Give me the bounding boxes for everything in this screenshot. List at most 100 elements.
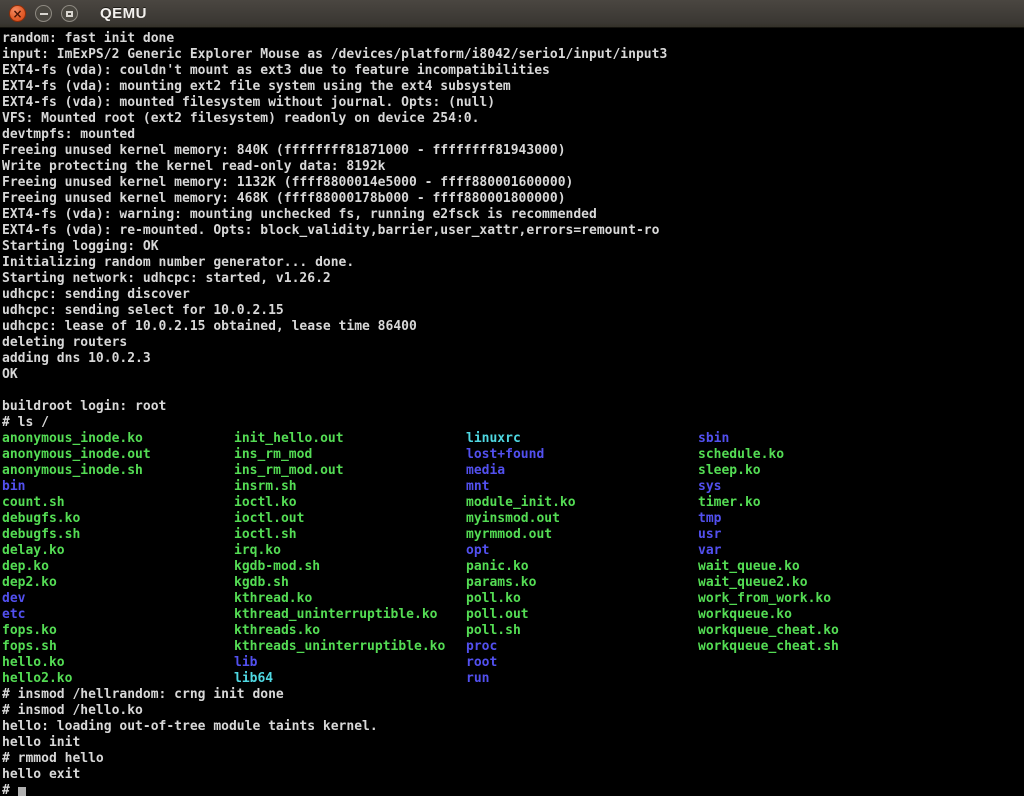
terminal-line: udhcpc: sending discover xyxy=(2,287,1024,303)
terminal-line: # insmod /hello.ko xyxy=(2,703,1024,719)
ls-entry-dir: bin xyxy=(2,479,234,495)
ls-entry-file: poll.sh xyxy=(466,623,698,639)
terminal-line: # rmmod hello xyxy=(2,751,1024,767)
terminal-line: udhcpc: sending select for 10.0.2.15 xyxy=(2,303,1024,319)
close-button[interactable]: × xyxy=(9,5,26,22)
ls-entry-dir: usr xyxy=(698,527,1024,543)
ls-entry-file: schedule.ko xyxy=(698,447,1024,463)
ls-entry-file: insrm.sh xyxy=(234,479,466,495)
close-icon: × xyxy=(12,8,22,20)
ls-entry-file: debugfs.ko xyxy=(2,511,234,527)
ls-entry-file: hello2.ko xyxy=(2,671,234,687)
ls-entry-file: init_hello.out xyxy=(234,431,466,447)
ls-entry-file: fops.ko xyxy=(2,623,234,639)
ls-entry-symlink: linuxrc xyxy=(466,431,698,447)
ls-entry-file: kthread.ko xyxy=(234,591,466,607)
terminal-line: Starting network: udhcpc: started, v1.26… xyxy=(2,271,1024,287)
shell-log: # insmod /hellrandom: crng init done# in… xyxy=(2,687,1024,783)
terminal-line: udhcpc: lease of 10.0.2.15 obtained, lea… xyxy=(2,319,1024,335)
ls-entry-file: anonymous_inode.out xyxy=(2,447,234,463)
ls-entry-file: wait_queue.ko xyxy=(698,559,1024,575)
terminal-line xyxy=(2,383,1024,399)
terminal-line: deleting routers xyxy=(2,335,1024,351)
terminal-line: EXT4-fs (vda): warning: mounting uncheck… xyxy=(2,207,1024,223)
ls-entry-dir: var xyxy=(698,543,1024,559)
ls-entry-dir: tmp xyxy=(698,511,1024,527)
ls-entry-dir: lost+found xyxy=(466,447,698,463)
titlebar: × QEMU xyxy=(0,0,1024,28)
ls-entry-file: myrmmod.out xyxy=(466,527,698,543)
terminal-line: # insmod /hellrandom: crng init done xyxy=(2,687,1024,703)
terminal-line: # ls / xyxy=(2,415,1024,431)
ls-entry-file: debugfs.sh xyxy=(2,527,234,543)
ls-entry-file: kthread_uninterruptible.ko xyxy=(234,607,466,623)
ls-entry-file: poll.ko xyxy=(466,591,698,607)
terminal-line: devtmpfs: mounted xyxy=(2,127,1024,143)
ls-entry-file: delay.ko xyxy=(2,543,234,559)
terminal-line: EXT4-fs (vda): mounting ext2 file system… xyxy=(2,79,1024,95)
ls-entry-file: work_from_work.ko xyxy=(698,591,1024,607)
ls-entry-file: sleep.ko xyxy=(698,463,1024,479)
text-cursor xyxy=(18,787,26,796)
maximize-icon xyxy=(66,11,73,17)
ls-entry-file: wait_queue2.ko xyxy=(698,575,1024,591)
ls-entry-file: workqueue_cheat.ko xyxy=(698,623,1024,639)
ls-entry-dir: proc xyxy=(466,639,698,655)
ls-entry-file: timer.ko xyxy=(698,495,1024,511)
ls-entry-file: myinsmod.out xyxy=(466,511,698,527)
ls-entry-file: kthreads_uninterruptible.ko xyxy=(234,639,466,655)
ls-entry-file: kgdb-mod.sh xyxy=(234,559,466,575)
ls-entry-file: kthreads.ko xyxy=(234,623,466,639)
ls-entry-dir: sys xyxy=(698,479,1024,495)
terminal-line: Freeing unused kernel memory: 1132K (fff… xyxy=(2,175,1024,191)
terminal-screen[interactable]: random: fast init doneinput: ImExPS/2 Ge… xyxy=(0,28,1024,796)
ls-entry-dir: media xyxy=(466,463,698,479)
terminal-line: Freeing unused kernel memory: 468K (ffff… xyxy=(2,191,1024,207)
terminal-line: hello: loading out-of-tree module taints… xyxy=(2,719,1024,735)
ls-entry-dir: root xyxy=(466,655,698,671)
ls-entry-dir: run xyxy=(466,671,698,687)
minimize-button[interactable] xyxy=(35,5,52,22)
terminal-line: EXT4-fs (vda): re-mounted. Opts: block_v… xyxy=(2,223,1024,239)
ls-entry-file: poll.out xyxy=(466,607,698,623)
ls-entry-file: module_init.ko xyxy=(466,495,698,511)
terminal-line: hello exit xyxy=(2,767,1024,783)
ls-entry-dir: dev xyxy=(2,591,234,607)
ls-entry-file: workqueue.ko xyxy=(698,607,1024,623)
terminal-line: Starting logging: OK xyxy=(2,239,1024,255)
qemu-window: × QEMU random: fast init doneinput: ImEx… xyxy=(0,0,1024,796)
terminal-line: VFS: Mounted root (ext2 filesystem) read… xyxy=(2,111,1024,127)
ls-entry-file: kgdb.sh xyxy=(234,575,466,591)
maximize-button[interactable] xyxy=(61,5,78,22)
ls-entry-file: hello.ko xyxy=(2,655,234,671)
terminal-line: hello init xyxy=(2,735,1024,751)
ls-entry-dir: opt xyxy=(466,543,698,559)
ls-entry-file: dep.ko xyxy=(2,559,234,575)
boot-log: random: fast init doneinput: ImExPS/2 Ge… xyxy=(2,31,1024,431)
ls-entry-file: ioctl.ko xyxy=(234,495,466,511)
terminal-line: random: fast init done xyxy=(2,31,1024,47)
terminal-line: buildroot login: root xyxy=(2,399,1024,415)
ls-entry-file: params.ko xyxy=(466,575,698,591)
ls-entry-dir: etc xyxy=(2,607,234,623)
ls-entry-file: fops.sh xyxy=(2,639,234,655)
ls-entry-dir: sbin xyxy=(698,431,1024,447)
terminal-line: Initializing random number generator... … xyxy=(2,255,1024,271)
ls-entry-file: dep2.ko xyxy=(2,575,234,591)
ls-entry-file: ioctl.sh xyxy=(234,527,466,543)
ls-output: anonymous_inode.koanonymous_inode.outano… xyxy=(2,431,1024,687)
ls-entry-file: workqueue_cheat.sh xyxy=(698,639,1024,655)
terminal-line: EXT4-fs (vda): mounted filesystem withou… xyxy=(2,95,1024,111)
ls-entry-symlink: lib64 xyxy=(234,671,466,687)
terminal-line: adding dns 10.0.2.3 xyxy=(2,351,1024,367)
ls-entry-file: anonymous_inode.sh xyxy=(2,463,234,479)
prompt-line: # xyxy=(2,783,1024,796)
minimize-icon xyxy=(40,13,48,15)
terminal-line: EXT4-fs (vda): couldn't mount as ext3 du… xyxy=(2,63,1024,79)
terminal-line: Freeing unused kernel memory: 840K (ffff… xyxy=(2,143,1024,159)
terminal-line: OK xyxy=(2,367,1024,383)
ls-entry-file: ins_rm_mod xyxy=(234,447,466,463)
ls-entry-file: panic.ko xyxy=(466,559,698,575)
shell-prompt: # xyxy=(2,783,18,796)
ls-entry-file: ins_rm_mod.out xyxy=(234,463,466,479)
